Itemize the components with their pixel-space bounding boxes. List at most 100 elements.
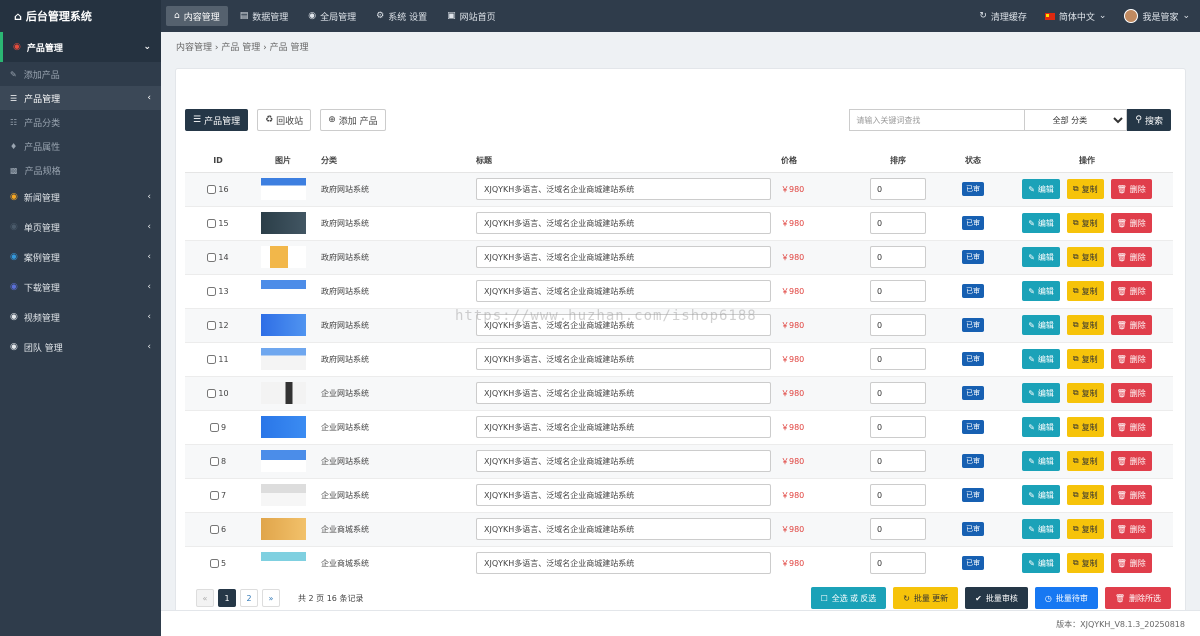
status-badge[interactable]: 已审 xyxy=(962,556,984,571)
sidebar-group-news[interactable]: ◉ 新闻管理 ‹ xyxy=(0,182,161,212)
top-nav-global[interactable]: ◉ 全局管理 xyxy=(300,6,364,26)
category-select[interactable]: 全部 分类 xyxy=(1025,109,1128,131)
edit-button[interactable]: ✎ 编辑 xyxy=(1022,553,1060,574)
page-1-button[interactable]: 1 xyxy=(218,589,236,607)
copy-button[interactable]: ⧉ 复制 xyxy=(1066,179,1104,199)
breadcrumb-item[interactable]: 产品 管理 xyxy=(221,43,260,53)
product-thumbnail[interactable] xyxy=(260,416,306,438)
delete-button[interactable]: 🗑 删除 xyxy=(1110,281,1152,301)
title-input[interactable] xyxy=(476,450,771,472)
product-thumbnail[interactable] xyxy=(260,314,306,336)
title-input[interactable] xyxy=(476,178,771,200)
user-menu[interactable]: 我是管家 ⌄ xyxy=(1124,9,1190,23)
title-input[interactable] xyxy=(476,280,771,302)
next-page-button[interactable]: » xyxy=(262,589,280,607)
row-checkbox[interactable] xyxy=(209,456,219,466)
delete-button[interactable]: 🗑 删除 xyxy=(1110,417,1152,437)
sidebar-group-team[interactable]: ◉ 团队 管理 ‹ xyxy=(0,332,161,362)
delete-button[interactable]: 🗑 删除 xyxy=(1110,349,1152,369)
edit-button[interactable]: ✎ 编辑 xyxy=(1022,281,1060,301)
top-nav-settings[interactable]: ⚙ 系统 设置 xyxy=(368,6,435,26)
edit-button[interactable]: ✎ 编辑 xyxy=(1022,485,1060,505)
delete-button[interactable]: 🗑 删除 xyxy=(1110,485,1152,505)
title-input[interactable] xyxy=(476,212,771,234)
delete-button[interactable]: 🗑 删除 xyxy=(1110,247,1152,267)
title-input[interactable] xyxy=(476,314,771,336)
edit-button[interactable]: ✎ 编辑 xyxy=(1022,451,1060,471)
sort-input[interactable] xyxy=(870,314,926,336)
search-input[interactable] xyxy=(849,109,1026,131)
search-button[interactable]: ⚲ 搜索 xyxy=(1127,109,1171,131)
batch-pending-button[interactable]: ◷ 批量待审 xyxy=(1034,587,1098,609)
delete-button[interactable]: 🗑 删除 xyxy=(1110,179,1152,199)
brand[interactable]: ⌂ 后台管理系统 xyxy=(0,0,161,32)
sort-input[interactable] xyxy=(870,484,926,506)
copy-button[interactable]: ⧉ 复制 xyxy=(1066,213,1104,233)
copy-button[interactable]: ⧉ 复制 xyxy=(1066,383,1104,403)
edit-button[interactable]: ✎ 编辑 xyxy=(1022,247,1060,267)
title-input[interactable] xyxy=(476,416,771,438)
copy-button[interactable]: ⧉ 复制 xyxy=(1066,281,1104,301)
status-badge[interactable]: 已审 xyxy=(962,386,984,400)
batch-review-button[interactable]: ✔ 批量审核 xyxy=(965,587,1028,609)
row-checkbox[interactable] xyxy=(209,422,219,432)
row-checkbox[interactable] xyxy=(209,490,219,500)
sidebar-item-product-attribute[interactable]: ♦ 产品属性 xyxy=(0,134,161,158)
product-thumbnail[interactable] xyxy=(260,246,306,268)
edit-button[interactable]: ✎ 编辑 xyxy=(1022,213,1060,233)
title-input[interactable] xyxy=(476,348,771,370)
top-nav-content[interactable]: ⌂ 内容管理 xyxy=(166,6,228,26)
status-badge[interactable]: 已审 xyxy=(962,352,984,366)
language-dropdown[interactable]: 简体中文 ⌄ xyxy=(1044,10,1106,23)
title-input[interactable] xyxy=(476,246,771,268)
sort-input[interactable] xyxy=(870,518,926,540)
delete-button[interactable]: 🗑 删除 xyxy=(1110,213,1152,233)
copy-button[interactable]: ⧉ 复制 xyxy=(1066,247,1104,267)
delete-button[interactable]: 🗑 删除 xyxy=(1110,553,1152,574)
delete-button[interactable]: 🗑 删除 xyxy=(1110,315,1152,335)
sort-input[interactable] xyxy=(870,382,926,404)
product-thumbnail[interactable] xyxy=(260,348,306,370)
edit-button[interactable]: ✎ 编辑 xyxy=(1022,179,1060,199)
product-thumbnail[interactable] xyxy=(260,382,306,404)
product-thumbnail[interactable] xyxy=(260,450,306,472)
sidebar-item-product-manage[interactable]: ☰ 产品管理 ‹ xyxy=(0,86,161,110)
copy-button[interactable]: ⧉ 复制 xyxy=(1066,485,1104,505)
sort-input[interactable] xyxy=(870,178,926,200)
row-checkbox[interactable] xyxy=(209,558,219,568)
edit-button[interactable]: ✎ 编辑 xyxy=(1022,383,1060,403)
row-checkbox[interactable] xyxy=(207,252,217,262)
copy-button[interactable]: ⧉ 复制 xyxy=(1066,315,1104,335)
status-badge[interactable]: 已审 xyxy=(962,284,984,298)
row-checkbox[interactable] xyxy=(207,388,217,398)
edit-button[interactable]: ✎ 编辑 xyxy=(1022,417,1060,437)
add-product-button[interactable]: ⊕ 添加 产品 xyxy=(320,109,386,131)
delete-button[interactable]: 🗑 删除 xyxy=(1110,451,1152,471)
top-nav-homepage[interactable]: ▣ 网站首页 xyxy=(439,6,504,26)
sidebar-item-add-product[interactable]: ✎ 添加产品 xyxy=(0,62,161,86)
page-2-button[interactable]: 2 xyxy=(240,589,258,607)
copy-button[interactable]: ⧉ 复制 xyxy=(1066,349,1104,369)
status-badge[interactable]: 已审 xyxy=(962,454,984,468)
title-input[interactable] xyxy=(476,484,771,506)
status-badge[interactable]: 已审 xyxy=(962,216,984,230)
sidebar-item-product-category[interactable]: ☷ 产品分类 xyxy=(0,110,161,134)
row-checkbox[interactable] xyxy=(207,286,217,296)
edit-button[interactable]: ✎ 编辑 xyxy=(1022,519,1060,539)
row-checkbox[interactable] xyxy=(207,184,217,194)
row-checkbox[interactable] xyxy=(207,320,217,330)
sidebar-group-download[interactable]: ◉ 下载管理 ‹ xyxy=(0,272,161,302)
status-badge[interactable]: 已审 xyxy=(962,420,984,434)
prev-page-button[interactable]: « xyxy=(196,589,214,607)
product-thumbnail[interactable] xyxy=(260,280,306,302)
select-all-button[interactable]: ☐ 全选 或 反选 xyxy=(810,587,887,609)
title-input[interactable] xyxy=(476,552,771,575)
delete-button[interactable]: 🗑 删除 xyxy=(1110,519,1152,539)
sidebar-group-product[interactable]: ◉ 产品管理 ⌄ xyxy=(0,32,161,62)
batch-update-button[interactable]: ↻ 批量 更新 xyxy=(893,587,959,609)
row-checkbox[interactable] xyxy=(207,218,217,228)
sidebar-group-page[interactable]: ◉ 单页管理 ‹ xyxy=(0,212,161,242)
status-badge[interactable]: 已审 xyxy=(962,318,984,332)
product-thumbnail[interactable] xyxy=(260,212,306,234)
delete-selected-button[interactable]: 🗑 删除所选 xyxy=(1104,587,1171,609)
